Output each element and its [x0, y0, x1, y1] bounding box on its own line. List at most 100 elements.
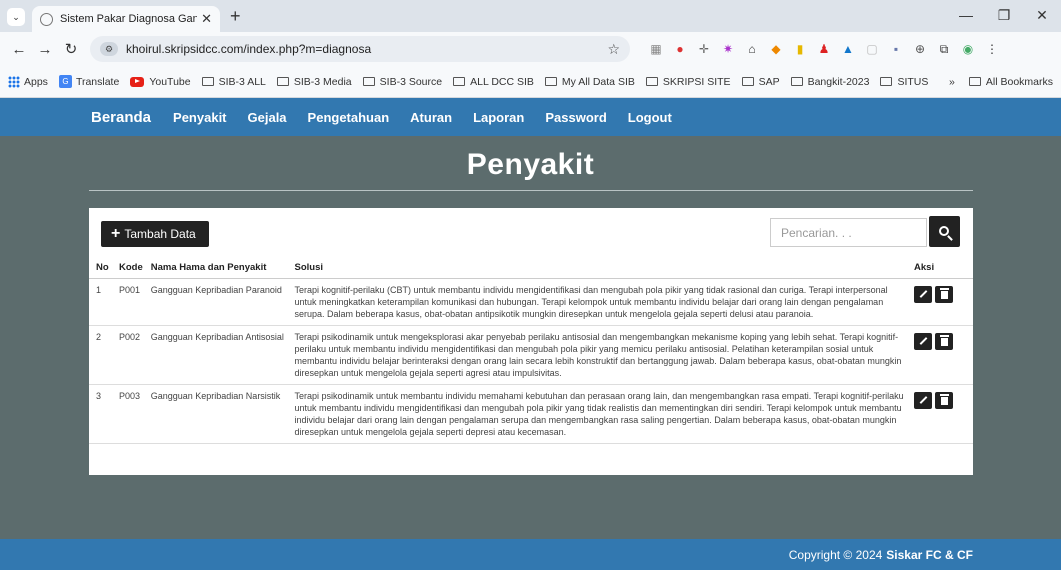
back-icon[interactable]: ← [8, 41, 30, 58]
extension-box-icon[interactable]: ▢ [860, 39, 884, 59]
menu-kebab-icon[interactable]: ⋮ [980, 39, 1004, 59]
pencil-icon [919, 396, 927, 404]
nav-item-password[interactable]: Password [545, 110, 606, 125]
nav-item-laporan[interactable]: Laporan [473, 110, 524, 125]
profile-avatar-icon[interactable]: ◉ [956, 39, 980, 59]
extension-arrow-icon[interactable]: ▲ [836, 39, 860, 59]
cell-no: 1 [89, 278, 115, 326]
table-row: 1 P001 Gangguan Kepribadian Paranoid Ter… [89, 278, 973, 326]
all-bookmarks[interactable]: All Bookmarks [968, 76, 1053, 88]
header-aksi: Aksi [910, 258, 973, 279]
plus-icon: + [111, 225, 121, 242]
extension-person-icon[interactable]: ♟ [812, 39, 836, 59]
folder-icon [201, 77, 214, 86]
bookmark-youtube[interactable]: YouTube [130, 76, 191, 88]
table-row: 3 P003 Gangguan Kepribadian Narsistik Te… [89, 384, 973, 444]
cell-kode: P002 [114, 325, 147, 385]
row-actions [914, 284, 969, 303]
bookmark-translate[interactable]: G Translate [58, 75, 119, 88]
cell-kode: P003 [114, 384, 147, 444]
tab-title: Sistem Pakar Diagnosa Ganggu [60, 13, 198, 25]
nav-item-aturan[interactable]: Aturan [410, 110, 452, 125]
search-input[interactable]: Pencarian. . . [770, 218, 927, 247]
search-button[interactable] [929, 216, 960, 247]
search-icon [938, 225, 949, 236]
bookmark-folder[interactable]: SKRIPSI SITE [645, 76, 731, 88]
bookmark-apps[interactable]: Apps [8, 75, 48, 88]
copyright-text: Copyright © 2024 [788, 547, 883, 562]
folder-icon [453, 77, 466, 86]
cell-nama: Gangguan Kepribadian Paranoid [146, 278, 291, 326]
extension-color-icon[interactable]: ● [668, 39, 692, 59]
extension-home-icon[interactable]: ⌂ [740, 39, 764, 59]
new-tab-button[interactable]: + [230, 6, 241, 27]
tab-search-button[interactable]: ⌄ [7, 8, 25, 26]
puzzle-icon[interactable]: ⧉ [932, 39, 956, 59]
more-bookmarks-button[interactable]: » [949, 76, 955, 88]
main-navbar: Beranda Penyakit Gejala Pengetahuan Atur… [0, 98, 1061, 136]
trash-icon [939, 335, 949, 346]
url-text[interactable]: khoirul.skripsidcc.com/index.php?m=diagn… [126, 42, 607, 56]
bookmark-folder[interactable]: Bangkit-2023 [790, 76, 869, 88]
extension-b-icon[interactable]: ▪ [884, 39, 908, 59]
edit-button[interactable] [914, 285, 933, 303]
nav-item-penyakit[interactable]: Penyakit [173, 110, 226, 125]
nav-brand[interactable]: Beranda [91, 109, 151, 126]
cell-nama: Gangguan Kepribadian Narsistik [146, 384, 291, 444]
close-window-icon[interactable]: ✕ [1023, 0, 1061, 30]
footer-brand: Siskar FC & CF [886, 547, 973, 562]
address-bar[interactable]: ⚙ khoirul.skripsidcc.com/index.php?m=dia… [90, 36, 630, 62]
folder-icon [741, 77, 754, 86]
minimize-icon[interactable]: — [947, 0, 985, 30]
page-title: Penyakit [466, 148, 595, 181]
downloads-icon[interactable]: ⊕ [908, 39, 932, 59]
nav-item-logout[interactable]: Logout [628, 110, 672, 125]
extension-doc-icon[interactable]: ▮ [788, 39, 812, 59]
trash-icon [939, 394, 949, 405]
folder-icon [968, 77, 981, 86]
folder-icon [880, 77, 893, 86]
tab-strip: ⌄ Sistem Pakar Diagnosa Ganggu ✕ + — ❐ ✕ [0, 0, 1061, 32]
bookmark-folder[interactable]: SITUS [880, 76, 928, 88]
header-kode: Kode [114, 258, 147, 279]
delete-button[interactable] [935, 391, 954, 409]
forward-icon[interactable]: → [34, 41, 56, 58]
bookmark-folder[interactable]: ALL DCC SIB [453, 76, 534, 88]
close-tab-icon[interactable]: ✕ [201, 11, 212, 27]
cell-solusi: Terapi kognitif-perilaku (CBT) untuk mem… [290, 278, 911, 326]
bookmark-folder[interactable]: My All Data SIB [544, 76, 635, 88]
bookmarks-right: » All Bookmarks [949, 76, 1053, 88]
youtube-icon [130, 76, 145, 87]
extension-grid-icon[interactable]: ▦ [644, 39, 668, 59]
nav-item-gejala[interactable]: Gejala [248, 110, 287, 125]
extension-gear-icon[interactable]: ✷ [716, 39, 740, 59]
cell-no: 2 [89, 325, 115, 385]
site-settings-icon[interactable]: ⚙ [100, 42, 118, 56]
browser-chrome: ⌄ Sistem Pakar Diagnosa Ganggu ✕ + — ❐ ✕… [0, 0, 1061, 98]
delete-button[interactable] [935, 332, 954, 350]
trash-icon [939, 288, 949, 299]
content-panel: + Tambah Data Pencarian. . . No Kode Nam… [89, 208, 973, 475]
edit-button[interactable] [914, 391, 933, 409]
reload-icon[interactable]: ↻ [60, 40, 82, 58]
pencil-icon [919, 290, 927, 298]
edit-button[interactable] [914, 332, 933, 350]
window-controls: — ❐ ✕ [947, 0, 1061, 30]
folder-icon [544, 77, 557, 86]
header-nama: Nama Hama dan Penyakit [146, 258, 291, 279]
extension-drop-icon[interactable]: ◆ [764, 39, 788, 59]
restore-icon[interactable]: ❐ [985, 0, 1023, 30]
add-data-button[interactable]: + Tambah Data [101, 221, 209, 247]
folder-icon [645, 77, 658, 86]
nav-item-pengetahuan[interactable]: Pengetahuan [308, 110, 390, 125]
delete-button[interactable] [935, 285, 954, 303]
browser-tab[interactable]: Sistem Pakar Diagnosa Ganggu ✕ [32, 6, 220, 32]
bookmark-folder[interactable]: SAP [741, 76, 780, 88]
globe-icon [40, 12, 53, 26]
extension-crosshair-icon[interactable]: ✛ [692, 39, 716, 59]
bookmark-star-icon[interactable]: ☆ [607, 41, 620, 58]
folder-icon [362, 77, 375, 86]
bookmark-folder[interactable]: SIB-3 Source [362, 76, 442, 88]
bookmark-folder[interactable]: SIB-3 Media [276, 76, 352, 88]
bookmark-folder[interactable]: SIB-3 ALL [201, 76, 266, 88]
